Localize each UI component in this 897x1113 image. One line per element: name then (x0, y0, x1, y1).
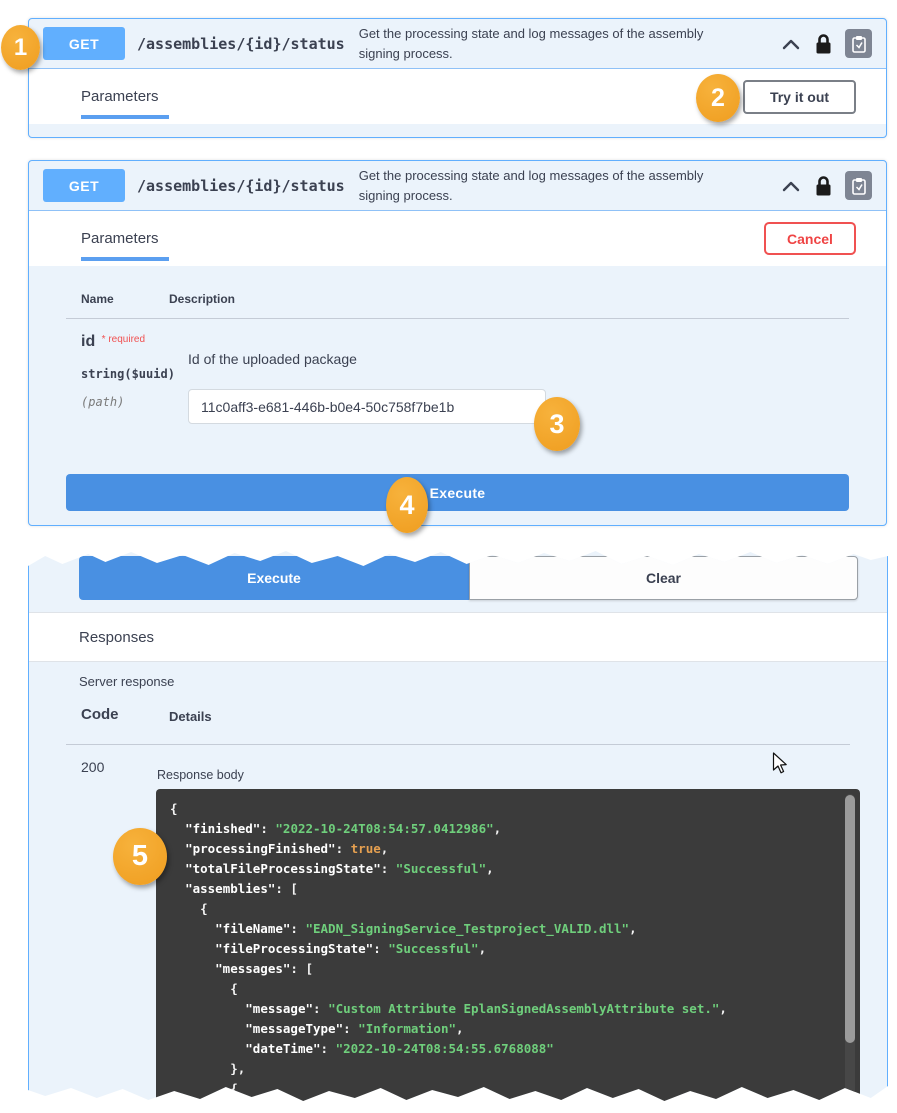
code-column-header: Code (81, 706, 119, 723)
response-body-label: Response body (157, 768, 244, 782)
cancel-button[interactable]: Cancel (764, 222, 856, 255)
responses-title: Responses (79, 629, 154, 646)
operation-summary[interactable]: GET /assemblies/{id}/status Get the proc… (29, 161, 886, 211)
endpoint-description: Get the processing state and log message… (359, 24, 711, 63)
responses-panel-torn-fragment: Execute Clear Responses Server response … (28, 548, 888, 1104)
server-response-label: Server response (79, 674, 174, 689)
active-tab-underline (81, 115, 169, 119)
id-value-input[interactable] (188, 389, 546, 424)
http-method-badge: GET (43, 169, 125, 202)
step-annotation-3: 3 (534, 397, 580, 451)
execute-clear-button-row: Execute Clear (79, 556, 858, 600)
parameters-section-header: Parameters Cancel (29, 211, 886, 266)
parameters-table-header: Name Description (66, 292, 849, 319)
name-column-header: Name (81, 292, 169, 306)
chevron-up-icon[interactable] (782, 179, 800, 193)
lock-icon[interactable] (814, 175, 833, 197)
panel-bottom-padding (29, 124, 886, 137)
clipboard-icon[interactable] (845, 171, 872, 200)
parameter-type: string($uuid) (81, 367, 169, 381)
parameters-section-header: Parameters Try it out (29, 69, 886, 124)
tab-parameters[interactable]: Parameters (81, 211, 159, 266)
operation-summary[interactable]: GET /assemblies/{id}/status Get the proc… (29, 19, 886, 69)
parameters-table: Name Description id * required string($u… (29, 266, 886, 424)
endpoint-description: Get the processing state and log message… (359, 166, 711, 205)
try-it-out-button[interactable]: Try it out (743, 80, 856, 114)
description-column-header: Description (169, 292, 235, 306)
responses-panel: Execute Clear Responses Server response … (28, 548, 888, 1104)
status-code: 200 (81, 759, 104, 775)
parameter-description: Id of the uploaded package (188, 351, 546, 367)
opblock-get-status-1: GET /assemblies/{id}/status Get the proc… (28, 18, 887, 138)
opblock-get-status-2: GET /assemblies/{id}/status Get the proc… (28, 160, 887, 526)
response-body-code[interactable]: { "finished": "2022-10-24T08:54:57.04129… (156, 789, 860, 1109)
step-annotation-5: 5 (113, 828, 167, 885)
divider (66, 744, 850, 745)
responses-section-header: Responses (29, 612, 887, 662)
step-annotation-1: 1 (1, 25, 40, 70)
code-scrollbar-thumb[interactable] (845, 795, 855, 1043)
parameter-meta: id * required string($uuid) (path) (81, 333, 169, 424)
parameter-details: Id of the uploaded package (169, 333, 546, 424)
details-column-header: Details (169, 709, 212, 724)
parameter-location: (path) (81, 395, 169, 409)
step-annotation-2: 2 (696, 74, 740, 122)
mouse-cursor (772, 752, 788, 779)
execute-button[interactable]: Execute (66, 474, 849, 511)
chevron-up-icon[interactable] (782, 37, 800, 51)
lock-icon[interactable] (814, 33, 833, 55)
clipboard-icon[interactable] (845, 29, 872, 58)
required-flag: * required (102, 334, 145, 345)
parameter-row-id: id * required string($uuid) (path) Id of… (66, 319, 849, 424)
endpoint-path: /assemblies/{id}/status (137, 35, 345, 53)
execute-wrapper: Execute (29, 424, 886, 525)
execute-button[interactable]: Execute (79, 556, 469, 600)
tab-parameters[interactable]: Parameters (81, 69, 159, 124)
endpoint-path: /assemblies/{id}/status (137, 177, 345, 195)
response-json: { "finished": "2022-10-24T08:54:57.04129… (170, 799, 830, 1099)
clear-button[interactable]: Clear (469, 556, 858, 600)
step-annotation-4: 4 (386, 477, 428, 533)
active-tab-underline (81, 257, 169, 261)
swagger-ui-tutorial-screenshot: GET /assemblies/{id}/status Get the proc… (0, 0, 897, 1113)
parameter-name: id (81, 333, 95, 350)
http-method-badge: GET (43, 27, 125, 60)
